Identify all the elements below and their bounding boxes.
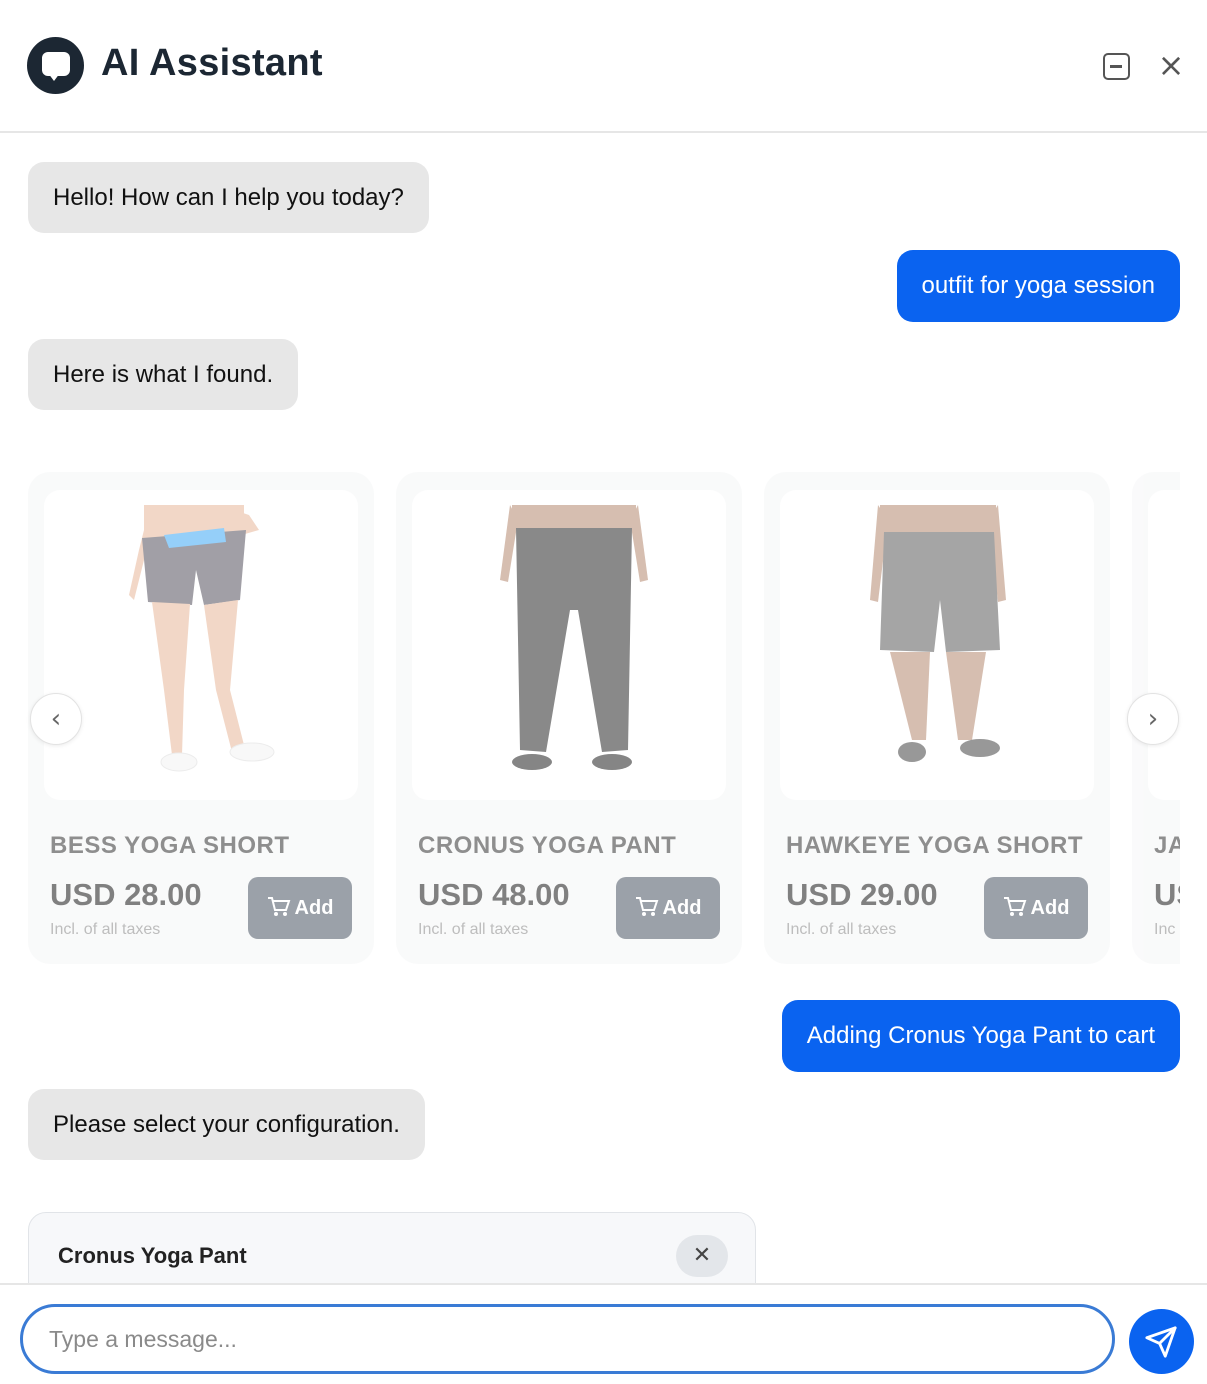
tax-note: Incl. of all taxes <box>418 921 529 938</box>
product-image <box>1148 490 1180 800</box>
tax-note: Incl. of all taxes <box>786 921 897 938</box>
product-name: JA <box>1154 832 1180 859</box>
user-message: outfit for yoga session <box>896 250 1180 322</box>
product-name: HAWKEYE YOGA SHORT <box>786 832 1084 859</box>
product-name: CRONUS YOGA PANT <box>418 832 677 859</box>
product-image <box>780 490 1094 800</box>
product-carousel: BESS YOGA SHORT USD 28.00 Incl. of all t… <box>28 470 1180 970</box>
message-input[interactable] <box>20 1304 1115 1374</box>
carousel-prev-icon[interactable]: ‹ <box>30 693 82 745</box>
add-to-cart-button[interactable]: Add <box>984 877 1088 939</box>
product-card[interactable]: CRONUS YOGA PANT USD 48.00 Incl. of all … <box>396 472 742 964</box>
add-to-cart-button[interactable]: Add <box>616 877 720 939</box>
message-composer <box>0 1283 1207 1384</box>
product-price: US <box>1154 877 1180 912</box>
chat-title: AI Assistant <box>101 42 323 84</box>
send-button[interactable] <box>1129 1309 1194 1374</box>
product-name: BESS YOGA SHORT <box>50 832 290 859</box>
bot-message: Please select your configuration. <box>28 1089 425 1160</box>
cart-icon <box>267 896 290 916</box>
tax-note: Incl. of all taxes <box>50 921 161 938</box>
product-image <box>44 490 358 800</box>
product-price: USD 28.00 <box>50 877 202 912</box>
carousel-next-icon[interactable]: › <box>1127 693 1179 745</box>
tax-note: Inc <box>1154 921 1176 938</box>
bot-message: Here is what I found. <box>28 339 299 410</box>
chat-header: AI Assistant × <box>0 0 1207 133</box>
close-icon[interactable]: × <box>1156 49 1186 81</box>
bot-message: Hello! How can I help you today? <box>28 162 429 233</box>
cart-icon <box>635 896 658 916</box>
product-card[interactable]: HAWKEYE YOGA SHORT USD 29.00 Incl. of al… <box>764 472 1110 964</box>
user-message: Adding Cronus Yoga Pant to cart <box>781 1000 1180 1072</box>
configuration-product-name: Cronus Yoga Pant <box>58 1243 247 1268</box>
configuration-close-icon[interactable]: ✕ <box>676 1235 728 1277</box>
product-image <box>412 490 726 800</box>
product-price: USD 29.00 <box>786 877 938 912</box>
product-price: USD 48.00 <box>418 877 570 912</box>
cart-icon <box>1003 896 1026 916</box>
chat-bubble-icon <box>27 37 84 94</box>
send-icon <box>1145 1326 1177 1358</box>
add-to-cart-button[interactable]: Add <box>248 877 352 939</box>
minimize-icon[interactable] <box>1103 53 1130 80</box>
